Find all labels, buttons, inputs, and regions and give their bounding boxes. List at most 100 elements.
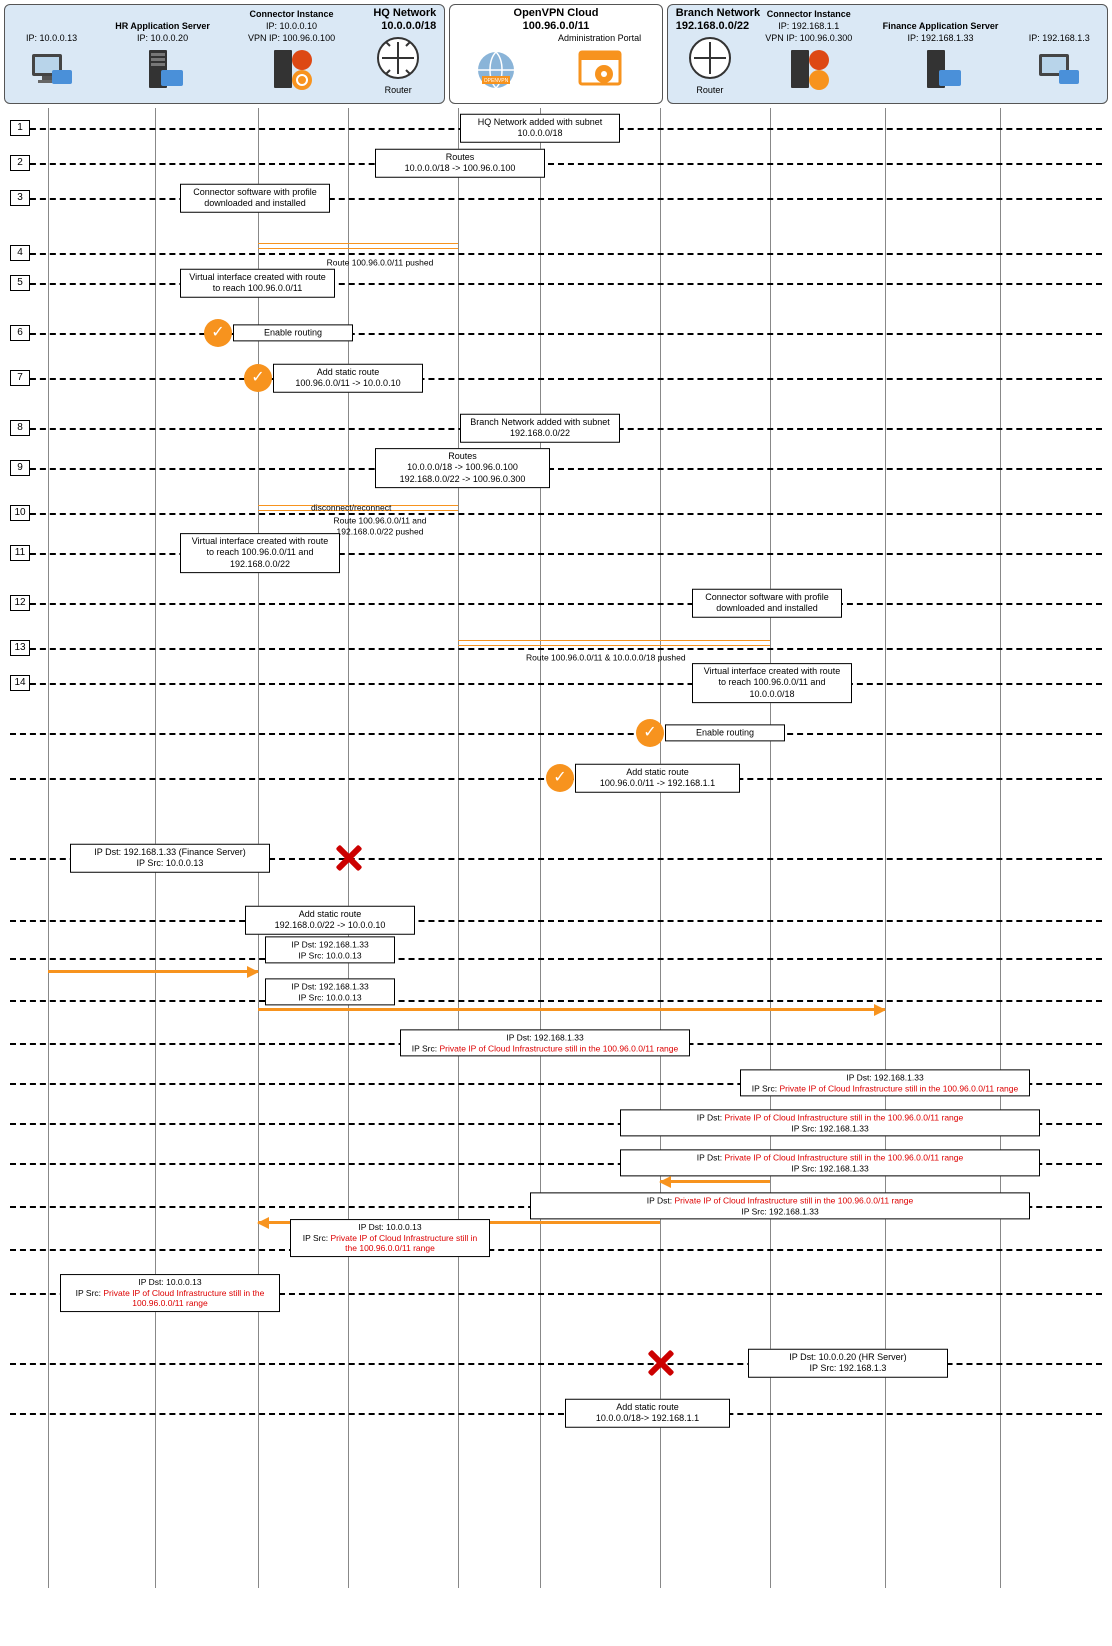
- pkt-3-tag: IP Dst: 192.168.1.33IP Src: 10.0.0.13: [265, 978, 395, 1005]
- fin-ip: IP: 192.168.1.33: [907, 33, 973, 43]
- step-3-num: 3: [10, 190, 30, 206]
- branch-title: Branch Network: [676, 7, 760, 19]
- step-5-num: 5: [10, 275, 30, 291]
- pkt-1-tag: IP Dst: 192.168.1.33 (Finance Server)IP …: [70, 844, 270, 873]
- step-6-tag: Enable routing: [233, 324, 353, 341]
- step-7-line: [10, 378, 1102, 380]
- step-8-num: 8: [10, 420, 30, 436]
- sr-2-tag: Add static route10.0.0.0/18-> 192.168.1.…: [565, 1399, 730, 1428]
- step-9-tag: Routes10.0.0.0/18 -> 100.96.0.100192.168…: [375, 448, 550, 488]
- step-11-line: [10, 553, 1102, 555]
- branch-conn-vpnip: VPN IP: 100.96.0.300: [765, 33, 852, 43]
- branch-subnet: 192.168.0.0/22: [676, 20, 749, 32]
- step-7-tag: Add static route100.96.0.0/11 -> 10.0.0.…: [273, 364, 423, 393]
- cloud-title: OpenVPN Cloud: [514, 7, 599, 19]
- router-icon: [373, 33, 423, 83]
- sr-2-line: [10, 1413, 1102, 1415]
- router-icon: [685, 33, 735, 83]
- step-13-label: Route 100.96.0.0/11 & 10.0.0.0/18 pushed: [520, 651, 692, 666]
- branch-network-group: Branch Network 192.168.0.0/22 Router Con…: [667, 4, 1108, 104]
- branch-conn-name: Connector Instance: [767, 9, 851, 19]
- pkt-10-tag: IP Dst: 10.0.0.13IP Src: Private IP of C…: [60, 1274, 280, 1312]
- step-9-num: 9: [10, 460, 30, 476]
- pkt-9-line: [10, 1249, 1102, 1251]
- step-4-conn-lines: [258, 243, 458, 249]
- hq-network-group: HQ Network 10.0.0.0/18 IP: 10.0.0.13 HR …: [4, 4, 445, 104]
- branch-client-node: IP: 192.168.1.3: [1029, 33, 1090, 95]
- step-15-check-icon: ✓: [636, 719, 664, 747]
- pkt-6-tag: IP Dst: Private IP of Cloud Infrastructu…: [620, 1109, 1040, 1136]
- step-7-num: 7: [10, 370, 30, 386]
- step-12-num: 12: [10, 595, 30, 611]
- step-4-line: [10, 253, 1102, 255]
- pkt-2-tag: IP Dst: 192.168.1.33IP Src: 10.0.0.13: [265, 936, 395, 963]
- lifeline-portal: [540, 108, 541, 1588]
- step-15-line: [10, 733, 1102, 735]
- step-3-line: [10, 198, 1102, 200]
- hq-connector-node: Connector Instance IP: 10.0.0.10 VPN IP:…: [248, 9, 335, 95]
- step-6-check-icon: ✓: [204, 319, 232, 347]
- server-icon: [138, 45, 188, 95]
- pkt-3-line: [10, 1000, 1102, 1002]
- pkt-7-tag: IP Dst: Private IP of Cloud Infrastructu…: [620, 1149, 1040, 1176]
- pkt-7-arrow: [660, 1180, 770, 1183]
- step-6-line: [10, 333, 1102, 335]
- step-13-conn-lines: [458, 640, 770, 646]
- step-14-tag: Virtual interface created with route to …: [692, 663, 852, 703]
- step-15-tag: Enable routing: [665, 724, 785, 741]
- branch-connector-node: Connector Instance IP: 192.168.1.1 VPN I…: [765, 9, 852, 95]
- pkt-1-cross-icon: [332, 842, 364, 874]
- step-9-line: [10, 468, 1102, 470]
- hr-server-node: HR Application Server IP: 10.0.0.20: [115, 21, 210, 95]
- pkt-5-tag: IP Dst: 192.168.1.33IP Src: Private IP o…: [740, 1069, 1030, 1096]
- hq-client-ip: IP: 10.0.0.13: [26, 33, 77, 43]
- step-12-tag: Connector software with profile download…: [692, 589, 842, 618]
- step-8-tag: Branch Network added with subnet 192.168…: [460, 414, 620, 443]
- hq-title: HQ Network: [373, 7, 436, 19]
- hq-conn-name: Connector Instance: [250, 9, 334, 19]
- hq-client-node: IP: 10.0.0.13: [26, 33, 77, 95]
- cloud-subnet: 100.96.0.0/11: [523, 20, 590, 32]
- branch-router-node: Router: [685, 33, 735, 95]
- cloud-group: OpenVPN Cloud 100.96.0.0/11 OPENVPN Admi…: [449, 4, 662, 104]
- branch-client-ip: IP: 192.168.1.3: [1029, 33, 1090, 43]
- portal-label: Administration Portal: [558, 33, 641, 43]
- desktop-icon: [27, 45, 77, 95]
- desktop-icon: [1034, 45, 1084, 95]
- hq-conn-vpnip: VPN IP: 100.96.0.100: [248, 33, 335, 43]
- step-2-tag: Routes10.0.0.0/18 -> 100.96.0.100: [375, 149, 545, 178]
- step-11-tag: Virtual interface created with route to …: [180, 533, 340, 573]
- step-1-num: 1: [10, 120, 30, 136]
- step-11-num: 11: [10, 545, 30, 561]
- step-13-num: 13: [10, 640, 30, 656]
- step-5-tag: Virtual interface created with route to …: [180, 269, 335, 298]
- step-6-num: 6: [10, 325, 30, 341]
- step-1-tag: HQ Network added with subnet 10.0.0.0/18: [460, 114, 620, 143]
- sequence-body: 1 HQ Network added with subnet 10.0.0.0/…: [0, 108, 1112, 1588]
- step-10-line: [10, 513, 1102, 515]
- step-16-check-icon: ✓: [546, 764, 574, 792]
- hq-subnet: 10.0.0.0/18: [381, 20, 436, 32]
- hr-name: HR Application Server: [115, 21, 210, 31]
- pkt-9-tag: IP Dst: 10.0.0.13IP Src: Private IP of C…: [290, 1219, 490, 1257]
- sr-1-tag: Add static route192.168.0.0/22 -> 10.0.0…: [245, 906, 415, 935]
- lifeline-hq-client: [48, 108, 49, 1588]
- pkt-4-tag: IP Dst: 192.168.1.33IP Src: Private IP o…: [400, 1029, 690, 1056]
- step-12-line: [10, 603, 1102, 605]
- cloud-globe-node: OPENVPN: [471, 45, 521, 95]
- step-14-line: [10, 683, 1102, 685]
- ubuntu-vpn-icon: [784, 45, 834, 95]
- step-7-check-icon: ✓: [244, 364, 272, 392]
- pkt-3-arrow: [258, 1008, 885, 1011]
- branch-conn-ip: IP: 192.168.1.1: [778, 21, 839, 31]
- portal-gear-icon: [575, 45, 625, 95]
- step-10-num: 10: [10, 505, 30, 521]
- step-16-tag: Add static route100.96.0.0/11 -> 192.168…: [575, 764, 740, 793]
- lifeline-branch-client: [1000, 108, 1001, 1588]
- pkt-11-cross-icon: [644, 1347, 676, 1379]
- branch-router-label: Router: [696, 85, 723, 95]
- pkt-8-tag: IP Dst: Private IP of Cloud Infrastructu…: [530, 1192, 1030, 1219]
- step-2-num: 2: [10, 155, 30, 171]
- ubuntu-vpn-icon: [267, 45, 317, 95]
- hr-ip: IP: 10.0.0.20: [137, 33, 188, 43]
